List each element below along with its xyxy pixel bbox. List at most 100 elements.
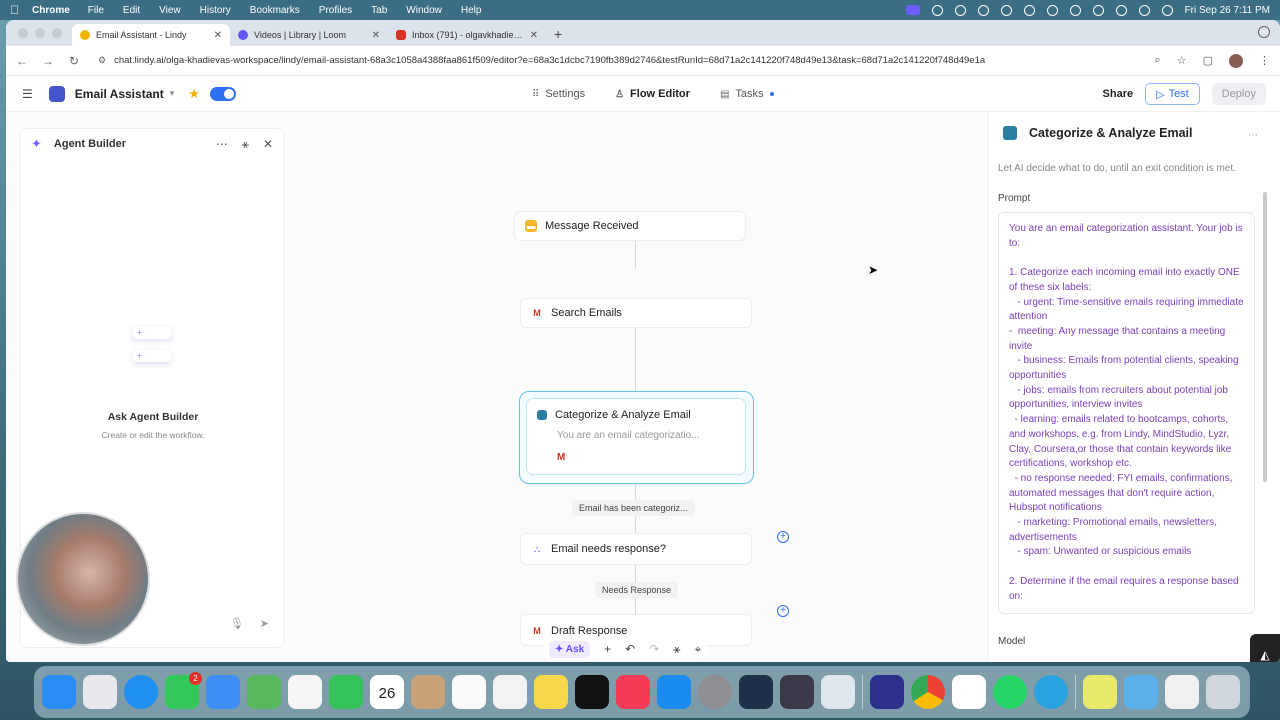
wifi-icon[interactable]	[1092, 4, 1104, 16]
undo-icon[interactable]: ↶	[625, 642, 635, 656]
share-button[interactable]: Share	[1103, 88, 1134, 100]
browser-menu-icon[interactable]: ⋮	[1259, 54, 1270, 68]
categorize-node[interactable]: Categorize & Analyze Email You are an em…	[526, 398, 746, 475]
lindy-widget-button[interactable]: ◭	[1250, 634, 1280, 662]
microphone-icon[interactable]: 🎙	[230, 617, 244, 630]
telegram-icon[interactable]	[1034, 675, 1068, 709]
test-button[interactable]: ▷ Test	[1145, 83, 1200, 105]
exit-condition-pill[interactable]: Email has been categoriz...	[572, 500, 695, 516]
app-store-icon[interactable]	[657, 675, 691, 709]
apple-menu-icon[interactable]: 	[10, 3, 32, 17]
menu-bookmarks[interactable]: Bookmarks	[250, 5, 300, 16]
system-settings-icon[interactable]	[698, 675, 732, 709]
sync-icon[interactable]	[954, 4, 966, 16]
menu-view[interactable]: View	[159, 5, 181, 16]
menu-file[interactable]: File	[88, 5, 104, 16]
forward-icon[interactable]: →	[42, 54, 54, 68]
agent-enabled-toggle[interactable]	[209, 86, 236, 101]
menu-window[interactable]: Window	[406, 5, 442, 16]
accessibility-icon[interactable]	[1046, 4, 1058, 16]
finder-icon[interactable]	[42, 675, 76, 709]
safari-icon[interactable]	[124, 675, 158, 709]
reminders-icon[interactable]	[452, 675, 486, 709]
branch-label-pill[interactable]: Needs Response	[595, 582, 679, 598]
messages-icon[interactable]: 2	[165, 672, 202, 709]
new-tab-button[interactable]: +	[554, 26, 562, 42]
zoom-window-icon[interactable]	[52, 28, 62, 38]
tab-tasks[interactable]: ▤ Tasks	[720, 88, 774, 100]
facetime-icon[interactable]	[329, 675, 363, 709]
freeform-icon[interactable]	[493, 675, 527, 709]
calendar-icon[interactable]: 26	[370, 675, 404, 709]
deploy-button[interactable]: Deploy	[1211, 83, 1266, 105]
contacts-icon[interactable]	[411, 675, 445, 709]
menu-edit[interactable]: Edit	[123, 5, 140, 16]
redo-icon[interactable]: ↷	[649, 642, 659, 656]
browser-tab-gmail[interactable]: Inbox (791) - olgavkhadievas ✕	[388, 24, 546, 46]
ollama-icon[interactable]	[870, 675, 904, 709]
add-branch-icon[interactable]: +	[777, 531, 789, 543]
screen-recorder-icon[interactable]	[905, 5, 920, 15]
lightroom-classic-icon[interactable]	[739, 675, 773, 709]
details-title[interactable]: Categorize & Analyze Email	[1029, 126, 1192, 140]
add-step-icon[interactable]: +	[777, 605, 789, 617]
whatsapp-icon[interactable]	[993, 675, 1027, 709]
keyboard-icon[interactable]	[1069, 4, 1081, 16]
toggle-icon[interactable]	[977, 4, 989, 16]
fit-view-icon[interactable]: ⌖	[695, 642, 702, 657]
favorite-star-icon[interactable]: ★	[188, 86, 200, 102]
recent-window-icon[interactable]	[1165, 675, 1199, 709]
focus-icon[interactable]	[1000, 4, 1012, 16]
cloud-icon[interactable]	[931, 4, 943, 16]
photos-icon[interactable]	[288, 675, 322, 709]
magic-wand-icon[interactable]: ⚹	[242, 137, 249, 152]
panel-scrollbar[interactable]	[1263, 192, 1267, 482]
browser-tab-lindy[interactable]: Email Assistant - Lindy ✕	[72, 24, 230, 46]
menubar-app-name[interactable]: Chrome	[32, 5, 70, 16]
trash-icon[interactable]	[1206, 675, 1240, 709]
trigger-node[interactable]: ▬ Message Received	[514, 211, 746, 241]
document-icon[interactable]	[1083, 675, 1117, 709]
moon-icon[interactable]	[1023, 4, 1035, 16]
bookmark-star-icon[interactable]: ☆	[1177, 54, 1187, 68]
siri-icon[interactable]	[1161, 4, 1173, 16]
slack-icon[interactable]	[952, 675, 986, 709]
close-tab-icon[interactable]: ✕	[530, 30, 538, 41]
close-tab-icon[interactable]: ✕	[372, 30, 380, 41]
menubar-clock[interactable]: Fri Sep 26 7:11 PM	[1185, 5, 1270, 16]
back-icon[interactable]: ←	[16, 54, 28, 68]
hamburger-menu-icon[interactable]: ☰	[22, 87, 33, 101]
close-tab-icon[interactable]: ✕	[214, 30, 222, 41]
ask-button[interactable]: ✦ Ask	[549, 640, 591, 658]
control-center-icon[interactable]	[1138, 4, 1150, 16]
categorize-node-selected[interactable]: Categorize & Analyze Email You are an em…	[519, 391, 754, 484]
close-window-icon[interactable]	[18, 28, 28, 38]
preview-icon[interactable]	[821, 675, 855, 709]
agent-name[interactable]: Email Assistant	[75, 87, 164, 101]
more-options-icon[interactable]: ⋯	[1248, 130, 1258, 141]
add-node-icon[interactable]: +	[604, 642, 611, 656]
chrome-icon[interactable]	[911, 675, 945, 709]
zoom-icon[interactable]: ⌕	[1155, 54, 1161, 68]
extensions-icon[interactable]: ▢	[1203, 54, 1213, 68]
url-field[interactable]: ⚙ chat.lindy.ai/olga-khadievas-workspace…	[94, 50, 1141, 72]
sketch-tool-icon[interactable]	[780, 675, 814, 709]
search-emails-node[interactable]: M Search Emails	[520, 298, 752, 328]
prompt-editor[interactable]: You are an email categorization assistan…	[998, 212, 1255, 614]
tab-settings[interactable]: ⠿ Settings	[532, 88, 585, 100]
menu-tab[interactable]: Tab	[371, 5, 387, 16]
more-options-icon[interactable]: ⋯	[216, 137, 228, 151]
apple-tv-icon[interactable]	[575, 675, 609, 709]
launchpad-icon[interactable]	[83, 675, 117, 709]
maps-icon[interactable]	[247, 675, 281, 709]
site-info-icon[interactable]: ⚙	[98, 55, 106, 66]
send-icon[interactable]: ➤	[260, 617, 269, 630]
condition-node[interactable]: ⛬ Email needs response?	[520, 533, 752, 565]
music-icon[interactable]	[616, 675, 650, 709]
reload-icon[interactable]: ↻	[68, 54, 80, 68]
minimize-window-icon[interactable]	[35, 28, 45, 38]
close-icon[interactable]: ✕	[263, 137, 273, 151]
menu-help[interactable]: Help	[461, 5, 482, 16]
spotlight-icon[interactable]	[1115, 4, 1127, 16]
browser-tab-loom[interactable]: Videos | Library | Loom ✕	[230, 24, 388, 46]
